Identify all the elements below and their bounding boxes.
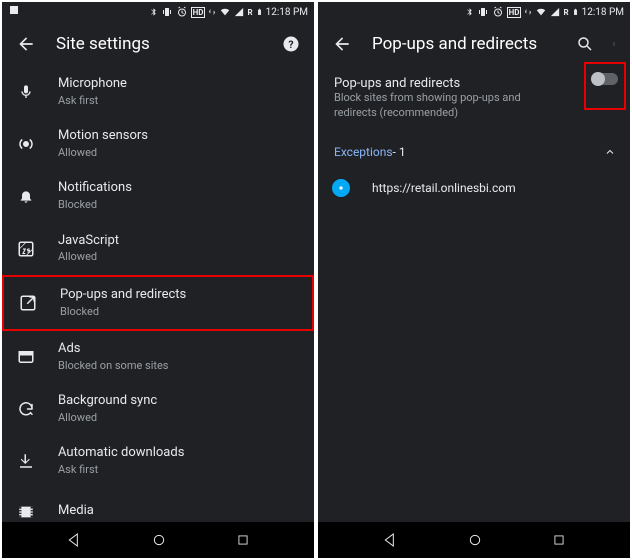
setting-row-ads[interactable]: AdsBlocked on some sites [2, 331, 314, 383]
setting-row-download[interactable]: Automatic downloadsAsk first [2, 435, 314, 487]
setting-row-bell[interactable]: NotificationsBlocked [2, 170, 314, 222]
wifi-icon [535, 7, 547, 17]
overflow-icon[interactable] [612, 36, 616, 52]
nav-back-icon[interactable] [382, 532, 398, 548]
nav-home-icon[interactable] [151, 532, 167, 548]
setting-label: Motion sensors [58, 128, 300, 145]
r-icon: R [563, 8, 568, 17]
setting-label: Pop-ups and redirects [60, 287, 298, 304]
sync-icon [16, 399, 36, 419]
nav-home-icon[interactable] [467, 532, 483, 548]
setting-row-sync[interactable]: Background syncAllowed [2, 383, 314, 435]
toggle-label: Pop-ups and redirects [334, 76, 564, 91]
alarm-icon [492, 6, 504, 18]
setting-status: Blocked [58, 198, 300, 212]
setting-label: Ads [58, 341, 300, 358]
setting-row-js[interactable]: JavaScriptAllowed [2, 223, 314, 275]
exception-url: https://retail.onlinesbi.com [372, 181, 516, 195]
back-icon[interactable] [16, 34, 36, 54]
page-title: Pop-ups and redirects [372, 34, 556, 54]
setting-label: Media [58, 503, 300, 520]
setting-status: Allowed [58, 146, 300, 160]
media-icon [16, 502, 36, 522]
toggle-desc: Block sites from showing pop-ups and red… [334, 91, 564, 121]
setting-label: Notifications [58, 180, 300, 197]
setting-label: JavaScript [58, 233, 300, 250]
bell-icon [16, 186, 36, 206]
status-time: 12:18 PM [266, 7, 308, 18]
setting-label: Automatic downloads [58, 445, 300, 462]
r-icon: R [247, 8, 252, 17]
help-icon[interactable]: ? [282, 35, 300, 53]
page-title: Site settings [56, 34, 262, 54]
js-icon [16, 239, 36, 259]
nav-back-icon[interactable] [66, 532, 82, 548]
app-bar-right: Pop-ups and redirects [318, 22, 630, 66]
vibrate-icon [161, 6, 173, 18]
mic-icon [16, 82, 36, 102]
popup-icon [18, 293, 38, 313]
chevron-up-icon [604, 146, 616, 158]
alarm-icon [176, 6, 188, 18]
bluetooth-icon [465, 6, 474, 18]
exceptions-count: 1 [399, 145, 406, 159]
setting-status: Allowed [58, 250, 300, 264]
setting-row-media[interactable]: Media [2, 488, 314, 523]
status-bar: HD R 12:18 PM [318, 2, 630, 22]
nav-recent-icon[interactable] [552, 533, 566, 547]
setting-status: Ask first [58, 463, 300, 477]
app-bar-left: Site settings ? [2, 22, 314, 66]
data-icon [208, 6, 216, 18]
hd-icon: HD [191, 7, 206, 18]
search-icon[interactable] [576, 35, 594, 53]
setting-row-popup[interactable]: Pop-ups and redirectsBlocked [2, 275, 314, 331]
data-icon [524, 6, 532, 18]
signal-icon [550, 7, 560, 17]
setting-label: Microphone [58, 76, 300, 93]
vibrate-icon [477, 6, 489, 18]
ads-icon [16, 347, 36, 367]
wifi-icon [219, 7, 231, 17]
setting-row-mic[interactable]: MicrophoneAsk first [2, 66, 314, 118]
phone-right: HD R 12:18 PM Pop-ups and redirects Pop-… [318, 2, 630, 558]
motion-icon [16, 134, 36, 154]
exceptions-label: Exceptions [334, 145, 393, 159]
hd-icon: HD [507, 7, 522, 18]
status-time: 12:18 PM [582, 7, 624, 18]
nav-bar [2, 522, 314, 558]
svg-text:?: ? [288, 38, 293, 51]
status-notification-icon [8, 4, 20, 16]
bluetooth-icon [149, 6, 158, 18]
setting-status: Allowed [58, 411, 300, 425]
nav-bar [318, 522, 630, 558]
phone-left: HD R 12:18 PM Site settings ? Microphone… [2, 2, 314, 558]
exceptions-header[interactable]: Exceptions - 1 [318, 131, 630, 167]
popup-settings-content: Pop-ups and redirects Block sites from s… [318, 66, 630, 522]
battery-icon [572, 6, 579, 18]
exception-row[interactable]: https://retail.onlinesbi.com [318, 167, 630, 209]
settings-list: MicrophoneAsk firstMotion sensorsAllowed… [2, 66, 314, 522]
setting-row-motion[interactable]: Motion sensorsAllowed [2, 118, 314, 170]
toggle-row[interactable]: Pop-ups and redirects Block sites from s… [318, 66, 630, 131]
setting-status: Ask first [58, 94, 300, 108]
signal-icon [234, 7, 244, 17]
status-bar: HD R 12:18 PM [2, 2, 314, 22]
setting-status: Blocked on some sites [58, 359, 300, 373]
setting-status: Blocked [60, 305, 298, 319]
setting-label: Background sync [58, 393, 300, 410]
site-favicon-icon [332, 179, 350, 197]
nav-recent-icon[interactable] [236, 533, 250, 547]
back-icon[interactable] [332, 34, 352, 54]
download-icon [16, 451, 36, 471]
battery-icon [256, 6, 263, 18]
